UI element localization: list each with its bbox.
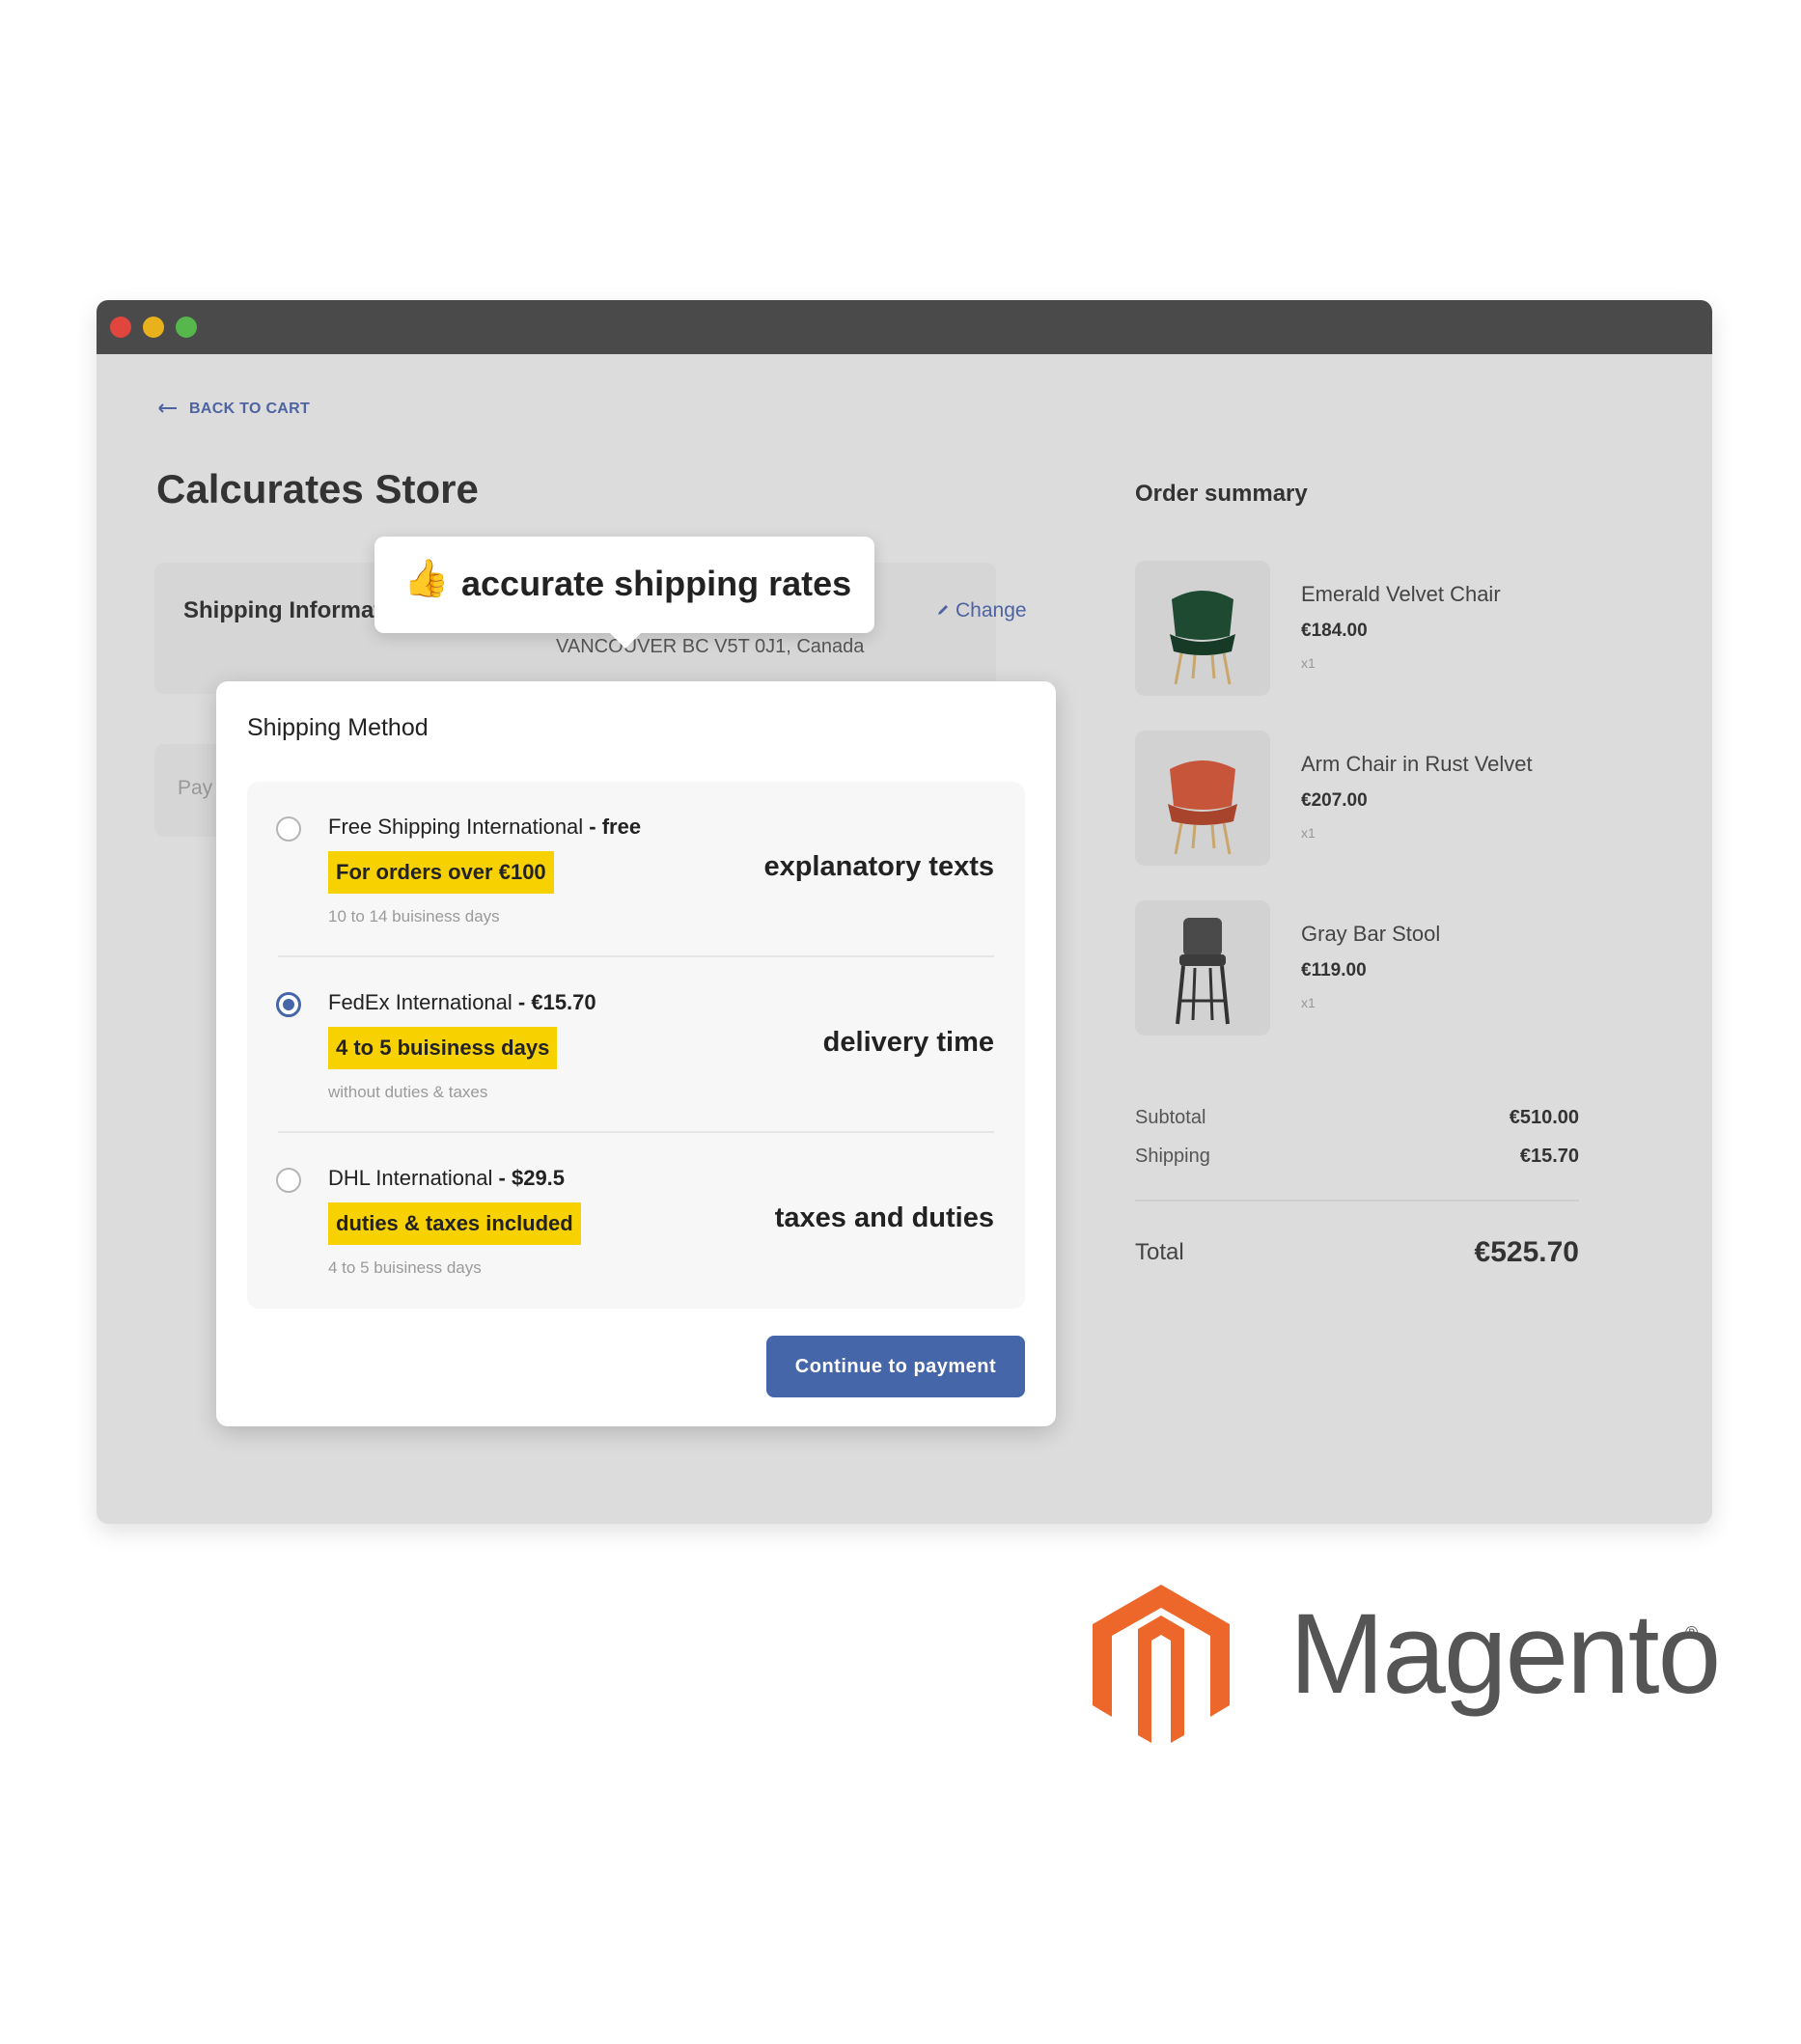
page-title: Calcurates Store xyxy=(156,466,479,511)
shipping-method-title: Shipping Method xyxy=(247,714,429,741)
shipping-label: Shipping xyxy=(1135,1146,1210,1167)
feature-callout-tooltip: 👍 accurate shipping rates xyxy=(374,537,874,649)
back-to-cart-label: BACK TO CART xyxy=(189,401,311,417)
shipping-address-line: VANCOUVER BC V5T 0J1, Canada xyxy=(556,636,865,657)
item-quantity: x1 xyxy=(1301,995,1316,1010)
option-badge: 4 to 5 buisiness days xyxy=(328,1027,558,1069)
option-name: Free Shipping International - free xyxy=(328,815,642,839)
shipping-options-list: Free Shipping International - free For o… xyxy=(247,782,1025,1309)
option-subtext: 10 to 14 buisiness days xyxy=(328,907,500,925)
tooltip-text: accurate shipping rates xyxy=(461,564,852,603)
change-address-link[interactable]: Change xyxy=(936,599,1027,622)
summary-divider xyxy=(1135,1200,1579,1202)
thumbs-up-icon: 👍 xyxy=(403,559,450,599)
item-name: Arm Chair in Rust Velvet xyxy=(1301,752,1533,776)
shipping-option-fedex[interactable]: FedEx International - €15.70 4 to 5 buis… xyxy=(247,957,1025,1133)
item-quantity: x1 xyxy=(1301,825,1316,841)
order-item: Emerald Velvet Chair €184.00 x1 xyxy=(1135,561,1598,696)
product-image-bar-stool xyxy=(1135,900,1270,1036)
maximize-window-dot[interactable] xyxy=(176,317,197,338)
registered-mark: ® xyxy=(1685,1623,1699,1643)
option-annotation: taxes and duties xyxy=(774,1202,994,1233)
item-price: €184.00 xyxy=(1301,621,1368,641)
option-subtext: without duties & taxes xyxy=(328,1083,488,1101)
order-item: Gray Bar Stool €119.00 x1 xyxy=(1135,900,1598,1036)
item-name: Gray Bar Stool xyxy=(1301,922,1441,946)
subtotal-value: €510.00 xyxy=(1509,1107,1579,1128)
subtotal-label: Subtotal xyxy=(1135,1107,1206,1128)
magento-wordmark: Magento xyxy=(1289,1590,1721,1718)
shipping-option-dhl[interactable]: DHL International - $29.5 duties & taxes… xyxy=(247,1133,1025,1309)
item-price: €119.00 xyxy=(1301,960,1367,981)
option-annotation: delivery time xyxy=(822,1027,994,1058)
shipping-method-modal: Shipping Method Free Shipping Internatio… xyxy=(216,681,1056,1426)
window-titlebar xyxy=(97,300,1712,354)
option-badge: duties & taxes included xyxy=(328,1202,581,1245)
option-annotation: explanatory texts xyxy=(763,851,994,882)
close-window-dot[interactable] xyxy=(110,317,131,338)
option-name: DHL International - $29.5 xyxy=(328,1166,566,1190)
product-image-emerald-chair xyxy=(1135,561,1270,696)
shipping-option-free[interactable]: Free Shipping International - free For o… xyxy=(247,782,1025,957)
payment-label: Pay xyxy=(178,777,213,799)
item-name: Emerald Velvet Chair xyxy=(1301,582,1501,606)
arrow-left-icon xyxy=(158,401,178,418)
pencil-icon xyxy=(936,599,950,622)
radio-button[interactable] xyxy=(276,1168,301,1193)
continue-to-payment-button[interactable]: Continue to payment xyxy=(766,1336,1025,1397)
change-label: Change xyxy=(956,599,1027,621)
option-name: FedEx International - €15.70 xyxy=(328,990,596,1014)
item-price: €207.00 xyxy=(1301,790,1368,811)
option-subtext: 4 to 5 buisiness days xyxy=(328,1258,482,1277)
option-badge: For orders over €100 xyxy=(328,851,554,894)
subtotal-row: Subtotal €510.00 xyxy=(1135,1107,1579,1129)
product-image-rust-chair xyxy=(1135,731,1270,866)
order-item: Arm Chair in Rust Velvet €207.00 x1 xyxy=(1135,731,1598,866)
magento-logo-icon xyxy=(1089,1583,1233,1752)
shipping-row: Shipping €15.70 xyxy=(1135,1146,1579,1168)
total-value: €525.70 xyxy=(1474,1236,1579,1268)
order-summary-title: Order summary xyxy=(1135,481,1308,507)
radio-button[interactable] xyxy=(276,816,301,842)
item-quantity: x1 xyxy=(1301,655,1316,671)
minimize-window-dot[interactable] xyxy=(143,317,164,338)
back-to-cart-link[interactable]: BACK TO CART xyxy=(158,401,310,418)
radio-button-selected[interactable] xyxy=(276,992,301,1017)
shipping-info-label: Shipping Informat xyxy=(183,597,382,623)
shipping-value: €15.70 xyxy=(1519,1146,1579,1167)
